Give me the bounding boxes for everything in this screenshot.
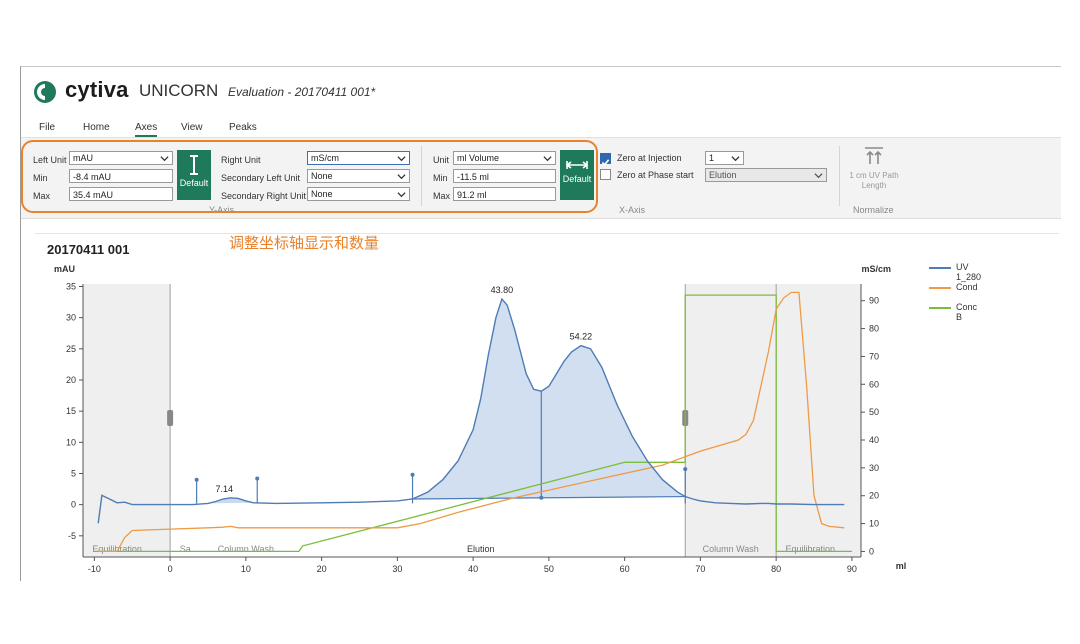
legend-label: UV 1_280 <box>956 262 982 282</box>
y-left-tick-label: -5 <box>68 531 76 541</box>
phase-shade <box>83 284 171 557</box>
y-right-tick-label: 0 <box>869 546 874 556</box>
cytiva-logo-icon <box>34 81 56 103</box>
menu-bar: File Home Axes View Peaks <box>21 117 1061 138</box>
x-tick-label: 30 <box>392 564 402 574</box>
menu-home[interactable]: Home <box>83 122 110 133</box>
x-tick-label: 60 <box>620 564 630 574</box>
chevron-down-icon <box>814 173 823 179</box>
checkmark-icon <box>601 159 610 166</box>
x-tick-label: 70 <box>695 564 705 574</box>
phase-label: Column Wash <box>703 544 759 554</box>
title-bar: cytiva UNICORN Evaluation - 20170411 001… <box>21 67 1061 115</box>
product-name: UNICORN <box>139 81 219 100</box>
y-left-tick-label: 10 <box>66 437 76 447</box>
x-tick-label: -10 <box>88 564 101 574</box>
zero-injection-value: 1 <box>709 153 715 163</box>
document-title: Evaluation - 20170411 001* <box>228 85 376 99</box>
menu-view[interactable]: View <box>181 122 203 133</box>
y-right-tick-label: 80 <box>869 324 879 334</box>
x-tick-label: 50 <box>544 564 554 574</box>
y-right-unit-label: mS/cm <box>861 264 891 274</box>
chevron-down-icon <box>731 156 740 162</box>
y-right-tick-label: 30 <box>869 463 879 473</box>
zero-phase-value: Elution <box>709 170 737 180</box>
peak-label: 7.14 <box>215 484 233 494</box>
drag-handle <box>167 410 174 426</box>
x-tick-label: 80 <box>771 564 781 574</box>
marker-point <box>255 476 260 481</box>
chromatogram-chart[interactable]: -10 0 10 20 30 40 50 60 70 80 90 -5 0 5 10 15 20 25 30 35 0 1… <box>35 234 915 578</box>
menu-file[interactable]: File <box>39 122 55 133</box>
x-tick-label: 20 <box>317 564 327 574</box>
phase-label: Equilibration <box>785 544 835 554</box>
uv-path-length-button[interactable]: 1 cm UV Path Length <box>843 146 905 200</box>
legend-label: Cond <box>956 282 978 292</box>
path-length-icon <box>865 147 883 164</box>
legend-label: Conc B <box>956 302 978 322</box>
marker-point <box>410 472 415 477</box>
zero-phase-select[interactable]: Elution <box>705 168 827 182</box>
y-left-tick-label: 15 <box>66 406 76 416</box>
y-left-tick-label: 25 <box>66 344 76 354</box>
zero-phase-label: Zero at Phase start <box>617 170 694 180</box>
legend-swatch <box>929 287 951 289</box>
marker-point <box>683 467 688 472</box>
menu-peaks[interactable]: Peaks <box>229 122 257 133</box>
y-left-tick-label: 20 <box>66 375 76 385</box>
menu-axes[interactable]: Axes <box>135 122 158 137</box>
y-right-tick-label: 60 <box>869 379 879 389</box>
x-unit-label: ml <box>896 561 907 571</box>
zero-injection-select[interactable]: 1 <box>705 151 744 165</box>
chart-panel: 20170411 001 -10 0 10 20 30 40 50 60 70 80 90 -5 0 5 1… <box>35 233 1059 578</box>
y-left-unit-label: mAU <box>54 264 75 274</box>
peak-marker <box>539 495 544 500</box>
zero-phase-checkbox[interactable] <box>600 169 611 180</box>
phase-label: Column Wash <box>218 544 274 554</box>
peak-label: 54.22 <box>570 332 593 342</box>
phase-label: Elution <box>467 544 495 554</box>
uv-path-label-2: Length <box>861 181 887 190</box>
y-right-tick-label: 90 <box>869 296 879 306</box>
x-tick-label: 0 <box>168 564 173 574</box>
y-right-tick-label: 10 <box>869 519 879 529</box>
uv-path-label-1: 1 cm UV Path <box>849 171 899 180</box>
app-window: cytiva UNICORN Evaluation - 20170411 001… <box>20 66 1061 581</box>
y-right-tick-label: 50 <box>869 407 879 417</box>
legend-swatch <box>929 267 951 269</box>
x-axis-group-label: X-Axis <box>619 205 646 215</box>
legend-swatch <box>929 307 951 309</box>
peak-label: 43.80 <box>491 285 514 295</box>
zero-injection-label: Zero at Injection <box>617 153 682 163</box>
y-right-tick-label: 70 <box>869 351 879 361</box>
y-left-tick-label: 0 <box>71 500 76 510</box>
highlight-box <box>21 140 598 213</box>
zero-injection-checkbox[interactable] <box>600 153 611 166</box>
y-right-tick-label: 20 <box>869 491 879 501</box>
brand-name: cytiva <box>65 77 129 102</box>
marker-point <box>194 477 199 482</box>
y-left-tick-label: 30 <box>66 313 76 323</box>
annotation-text: 调整坐标轴显示和数量 <box>229 235 380 252</box>
y-left-tick-label: 35 <box>66 281 76 291</box>
x-tick-label: 10 <box>241 564 251 574</box>
phase-label: Equilibration <box>92 544 142 554</box>
phase-label: Sa... <box>180 544 199 554</box>
y-left-tick-label: 5 <box>71 468 76 478</box>
x-tick-label: 40 <box>468 564 478 574</box>
separator <box>839 146 840 206</box>
y-right-tick-label: 40 <box>869 435 879 445</box>
x-tick-label: 90 <box>847 564 857 574</box>
normalize-group-label: Normalize <box>853 205 894 215</box>
